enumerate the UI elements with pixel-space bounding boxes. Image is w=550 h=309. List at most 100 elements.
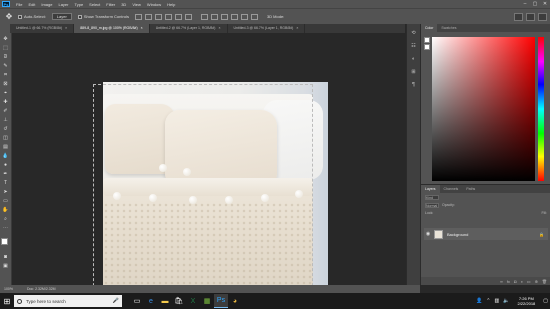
menu-filter[interactable]: Filter: [103, 2, 118, 7]
eyedropper-tool-icon[interactable]: ⌖: [2, 90, 10, 96]
menu-image[interactable]: Image: [38, 2, 55, 7]
align-center-icon[interactable]: [174, 13, 182, 20]
foreground-color[interactable]: [0, 238, 8, 245]
rectangle-tool-icon[interactable]: ▭: [2, 198, 10, 204]
adjustment-layer-icon[interactable]: ◑: [520, 279, 522, 284]
zoom-level[interactable]: 100%: [4, 287, 13, 291]
maximize-button[interactable]: ▢: [530, 1, 540, 7]
distribute-middle-icon[interactable]: [210, 13, 218, 20]
mask-icon[interactable]: ◘: [514, 279, 516, 284]
adjustments-icon[interactable]: ◐: [410, 56, 418, 63]
tab-untitled-3[interactable]: Untitled-3 @ 66.7% (Layer 1, RGB/8#) ×: [228, 24, 306, 33]
history-brush-tool-icon[interactable]: ↺: [2, 126, 10, 132]
volume-icon[interactable]: 🔈: [503, 298, 509, 304]
workspace-icon[interactable]: [526, 12, 535, 21]
color-picker-field[interactable]: [432, 37, 535, 181]
file-explorer-icon[interactable]: ▬: [158, 294, 172, 308]
layer-row-background[interactable]: ◉ Background 🔒: [424, 228, 548, 240]
minimize-button[interactable]: –: [520, 1, 530, 7]
task-view-icon[interactable]: ▭: [130, 294, 144, 308]
distribute-right-icon[interactable]: [250, 13, 258, 20]
panel-foreground-swatch[interactable]: [424, 37, 430, 43]
menu-3d[interactable]: 3D: [118, 2, 129, 7]
zoom-tool-icon[interactable]: ⌕: [2, 216, 10, 222]
path-selection-tool-icon[interactable]: ➤: [2, 189, 10, 195]
tab-layers[interactable]: Layers: [421, 185, 440, 193]
kind-filter-dropdown[interactable]: Kind: [425, 194, 439, 200]
move-icon[interactable]: ✥: [4, 12, 14, 22]
share-icon[interactable]: [538, 12, 547, 21]
blend-mode-dropdown[interactable]: Normal: [425, 202, 439, 208]
distribute-bottom-icon[interactable]: [220, 13, 228, 20]
close-icon[interactable]: ×: [218, 26, 220, 30]
tab-paths[interactable]: Paths: [462, 185, 479, 193]
search-icon[interactable]: [514, 12, 523, 21]
frame-tool-icon[interactable]: ⊠: [2, 81, 10, 87]
edge-icon[interactable]: e: [144, 294, 158, 308]
marquee-tool-icon[interactable]: ⬚: [2, 45, 10, 51]
distribute-center-icon[interactable]: [240, 13, 248, 20]
trash-icon[interactable]: 🗑: [542, 279, 547, 284]
menu-type[interactable]: Type: [72, 2, 87, 7]
auto-select-dropdown[interactable]: Layer: [51, 13, 72, 20]
menu-view[interactable]: View: [129, 2, 144, 7]
eye-icon[interactable]: ◉: [424, 231, 432, 237]
move-tool-icon[interactable]: ✥: [2, 36, 10, 42]
paint-icon[interactable]: ▦: [200, 294, 214, 308]
tab-swatches[interactable]: Swatches: [437, 24, 460, 32]
panel-background-swatch[interactable]: [424, 44, 430, 50]
distribute-top-icon[interactable]: [200, 13, 208, 20]
menu-edit[interactable]: Edit: [25, 2, 38, 7]
menu-layer[interactable]: Layer: [55, 2, 71, 7]
new-layer-icon[interactable]: ⊕: [535, 279, 538, 284]
align-right-icon[interactable]: [184, 13, 192, 20]
hue-slider[interactable]: [538, 37, 544, 181]
tab-channels[interactable]: Channels: [440, 185, 463, 193]
crop-tool-icon[interactable]: ⌗: [2, 72, 10, 78]
eraser-tool-icon[interactable]: ◫: [2, 135, 10, 141]
tab-untitled-2[interactable]: Untitled-2 @ 66.7% (Layer 1, RGB/8#) ×: [150, 24, 228, 33]
close-icon[interactable]: ×: [296, 26, 298, 30]
windows-start-icon[interactable]: ⊞: [0, 293, 14, 309]
people-icon[interactable]: 👤: [476, 298, 482, 304]
canvas-area[interactable]: [13, 33, 405, 307]
gradient-tool-icon[interactable]: ▤: [2, 144, 10, 150]
libraries-icon[interactable]: ⊞: [410, 69, 418, 76]
screen-mode-icon[interactable]: ▣: [2, 263, 10, 269]
close-button[interactable]: ✕: [540, 1, 550, 7]
notification-icon[interactable]: ▢: [543, 298, 548, 304]
properties-icon[interactable]: ☷: [410, 43, 418, 50]
paragraph-icon[interactable]: ¶: [410, 82, 418, 89]
tab-color[interactable]: Color: [421, 24, 438, 32]
photoshop-taskbar-icon[interactable]: Ps: [214, 294, 228, 308]
tab-active-image[interactable]: 889-8_890_m.jpg @ 100% (RGB/8#) ×: [74, 24, 150, 33]
menu-select[interactable]: Select: [86, 2, 103, 7]
lasso-tool-icon[interactable]: ᘐ: [2, 54, 10, 60]
blur-tool-icon[interactable]: 💧: [2, 153, 10, 159]
history-icon[interactable]: ⟲: [410, 30, 418, 37]
more-tools-icon[interactable]: ⋯: [2, 225, 10, 231]
folder-icon[interactable]: ▭: [527, 279, 531, 284]
quick-mask-icon[interactable]: ◙: [2, 254, 10, 260]
menu-file[interactable]: File: [13, 2, 25, 7]
menu-help[interactable]: Help: [164, 2, 178, 7]
lock-icon[interactable]: 🔒: [539, 232, 544, 237]
align-top-icon[interactable]: [134, 13, 142, 20]
quick-select-tool-icon[interactable]: ✎: [2, 63, 10, 69]
network-icon[interactable]: ▥: [495, 298, 500, 304]
chevron-up-icon[interactable]: ⌃: [486, 298, 490, 304]
tab-untitled-1[interactable]: Untitled-1 @ 66.7% (RGB/8#) ×: [10, 24, 75, 33]
type-tool-icon[interactable]: T: [2, 180, 10, 186]
brush-tool-icon[interactable]: ✐: [2, 108, 10, 114]
fx-icon[interactable]: fx: [507, 279, 510, 284]
link-layers-icon[interactable]: ∞: [500, 279, 503, 284]
close-icon[interactable]: ×: [141, 26, 143, 30]
chrome-icon[interactable]: ◕: [228, 294, 242, 308]
align-left-icon[interactable]: [164, 13, 172, 20]
clock[interactable]: 7:26 PM 2/22/2018: [517, 296, 535, 306]
pen-tool-icon[interactable]: ✒: [2, 171, 10, 177]
healing-brush-tool-icon[interactable]: ✚: [2, 99, 10, 105]
panel-fg-bg-swatches[interactable]: [424, 37, 431, 51]
close-icon[interactable]: ×: [65, 26, 67, 30]
excel-icon[interactable]: X: [186, 294, 200, 308]
